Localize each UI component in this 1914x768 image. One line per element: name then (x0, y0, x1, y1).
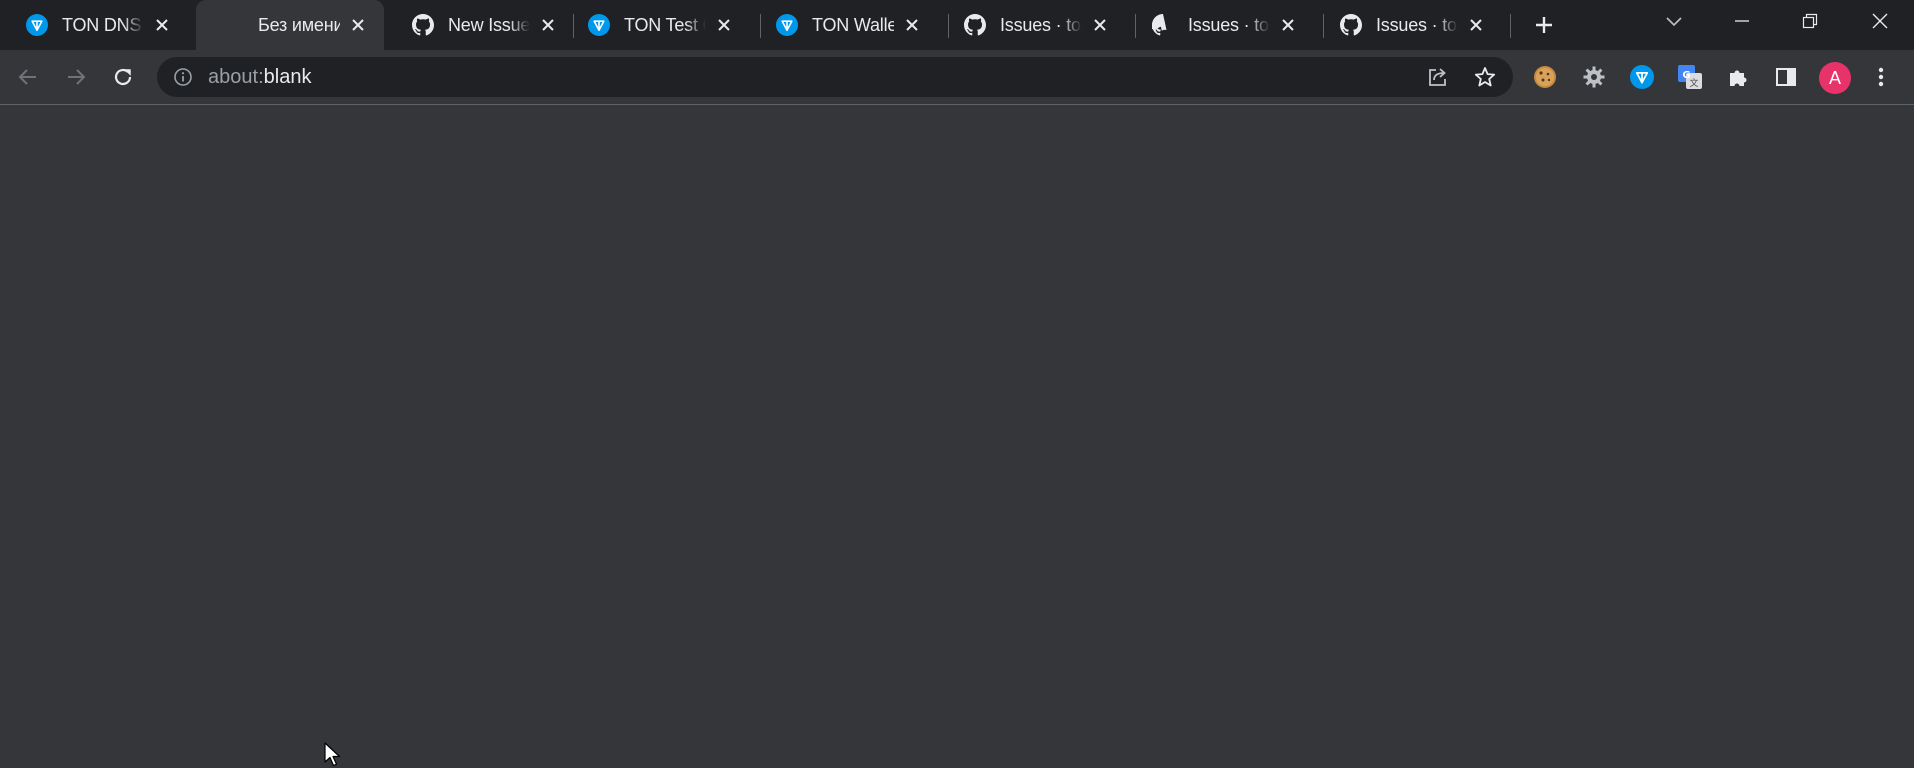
info-icon[interactable] (171, 65, 195, 89)
bookmark-star-icon[interactable] (1471, 63, 1499, 91)
more-menu-icon[interactable] (1866, 62, 1896, 92)
restore-button[interactable] (1776, 0, 1844, 42)
tab-close-icon[interactable] (346, 13, 370, 37)
tab-title: TON DNS (62, 14, 142, 35)
close-window-button[interactable] (1846, 0, 1914, 42)
tab-strip: TON DNS Без имени New Issue · t (0, 0, 1914, 50)
tab-ton-test-client[interactable]: TON Test Cli (562, 0, 750, 50)
browser-window: TON DNS Без имени New Issue · t (0, 0, 1914, 768)
tab-close-icon[interactable] (1276, 13, 1300, 37)
url-text: about:blank (208, 66, 311, 88)
url-scheme: about (208, 66, 259, 88)
google-translate-icon[interactable]: G文 (1675, 62, 1705, 92)
ton-icon (588, 14, 610, 36)
tab-title: TON Wallet (812, 14, 894, 35)
tab-title: Без имени (258, 14, 340, 35)
cookie-extension-icon[interactable] (1530, 62, 1560, 92)
tab-close-icon[interactable] (150, 13, 174, 37)
address-bar[interactable]: about:blank (157, 57, 1513, 97)
arrow-right-icon (65, 66, 87, 88)
back-button[interactable] (10, 59, 46, 95)
tab-ton-dns[interactable]: TON DNS (0, 0, 188, 50)
close-icon (1871, 12, 1889, 30)
ton-icon (776, 14, 798, 36)
tab-ton-wallet[interactable]: TON Wallet (750, 0, 938, 50)
tab-title: New Issue · t (448, 14, 530, 35)
tab-blank[interactable]: Без имени (196, 0, 384, 50)
tab-title: TON Test Cli (624, 14, 706, 35)
chevron-down-icon (1665, 15, 1683, 27)
tab-close-icon[interactable] (712, 13, 736, 37)
github-icon (1152, 14, 1174, 36)
tab-close-icon[interactable] (1088, 13, 1112, 37)
plus-icon (1534, 15, 1554, 35)
forward-button[interactable] (58, 59, 94, 95)
github-icon (1340, 14, 1362, 36)
github-icon (964, 14, 986, 36)
url-path: blank (263, 66, 312, 88)
tab-title: Issues · tonk (1376, 14, 1458, 35)
tab-new-issue[interactable]: New Issue · t (386, 0, 574, 50)
tab-close-icon[interactable] (536, 13, 560, 37)
side-panel-icon[interactable] (1771, 62, 1801, 92)
tab-issues-2[interactable]: Issues · tonk (1126, 0, 1314, 50)
mouse-cursor-icon (324, 742, 342, 768)
browser-toolbar: about:blank G文 A (0, 50, 1914, 105)
profile-initial: A (1828, 67, 1841, 88)
tab-title: Issues · tonk (1000, 14, 1082, 35)
reload-button[interactable] (105, 59, 141, 95)
profile-avatar[interactable]: A (1819, 62, 1851, 94)
minimize-button[interactable] (1708, 0, 1776, 42)
minimize-icon (1734, 13, 1750, 29)
tab-separator (1510, 14, 1511, 38)
github-icon (412, 14, 434, 36)
share-icon[interactable] (1423, 63, 1451, 91)
new-tab-button[interactable] (1528, 11, 1560, 39)
tab-close-icon[interactable] (900, 13, 924, 37)
ton-icon (26, 14, 48, 36)
tab-search-button[interactable] (1640, 0, 1708, 42)
extensions-puzzle-icon[interactable] (1723, 62, 1753, 92)
tab-title: Issues · tonk (1188, 14, 1270, 35)
reload-icon (112, 66, 134, 88)
tab-close-icon[interactable] (1464, 13, 1488, 37)
svg-text:文: 文 (1689, 77, 1698, 89)
page-content (0, 105, 1914, 768)
tab-issues-1[interactable]: Issues · tonk (938, 0, 1126, 50)
ton-wallet-extension-icon[interactable] (1627, 62, 1657, 92)
arrow-left-icon (17, 66, 39, 88)
blank-favicon-icon (222, 14, 244, 36)
restore-icon (1802, 13, 1818, 29)
tab-issues-3[interactable]: Issues · tonk (1314, 0, 1502, 50)
gear-extension-icon[interactable] (1579, 62, 1609, 92)
